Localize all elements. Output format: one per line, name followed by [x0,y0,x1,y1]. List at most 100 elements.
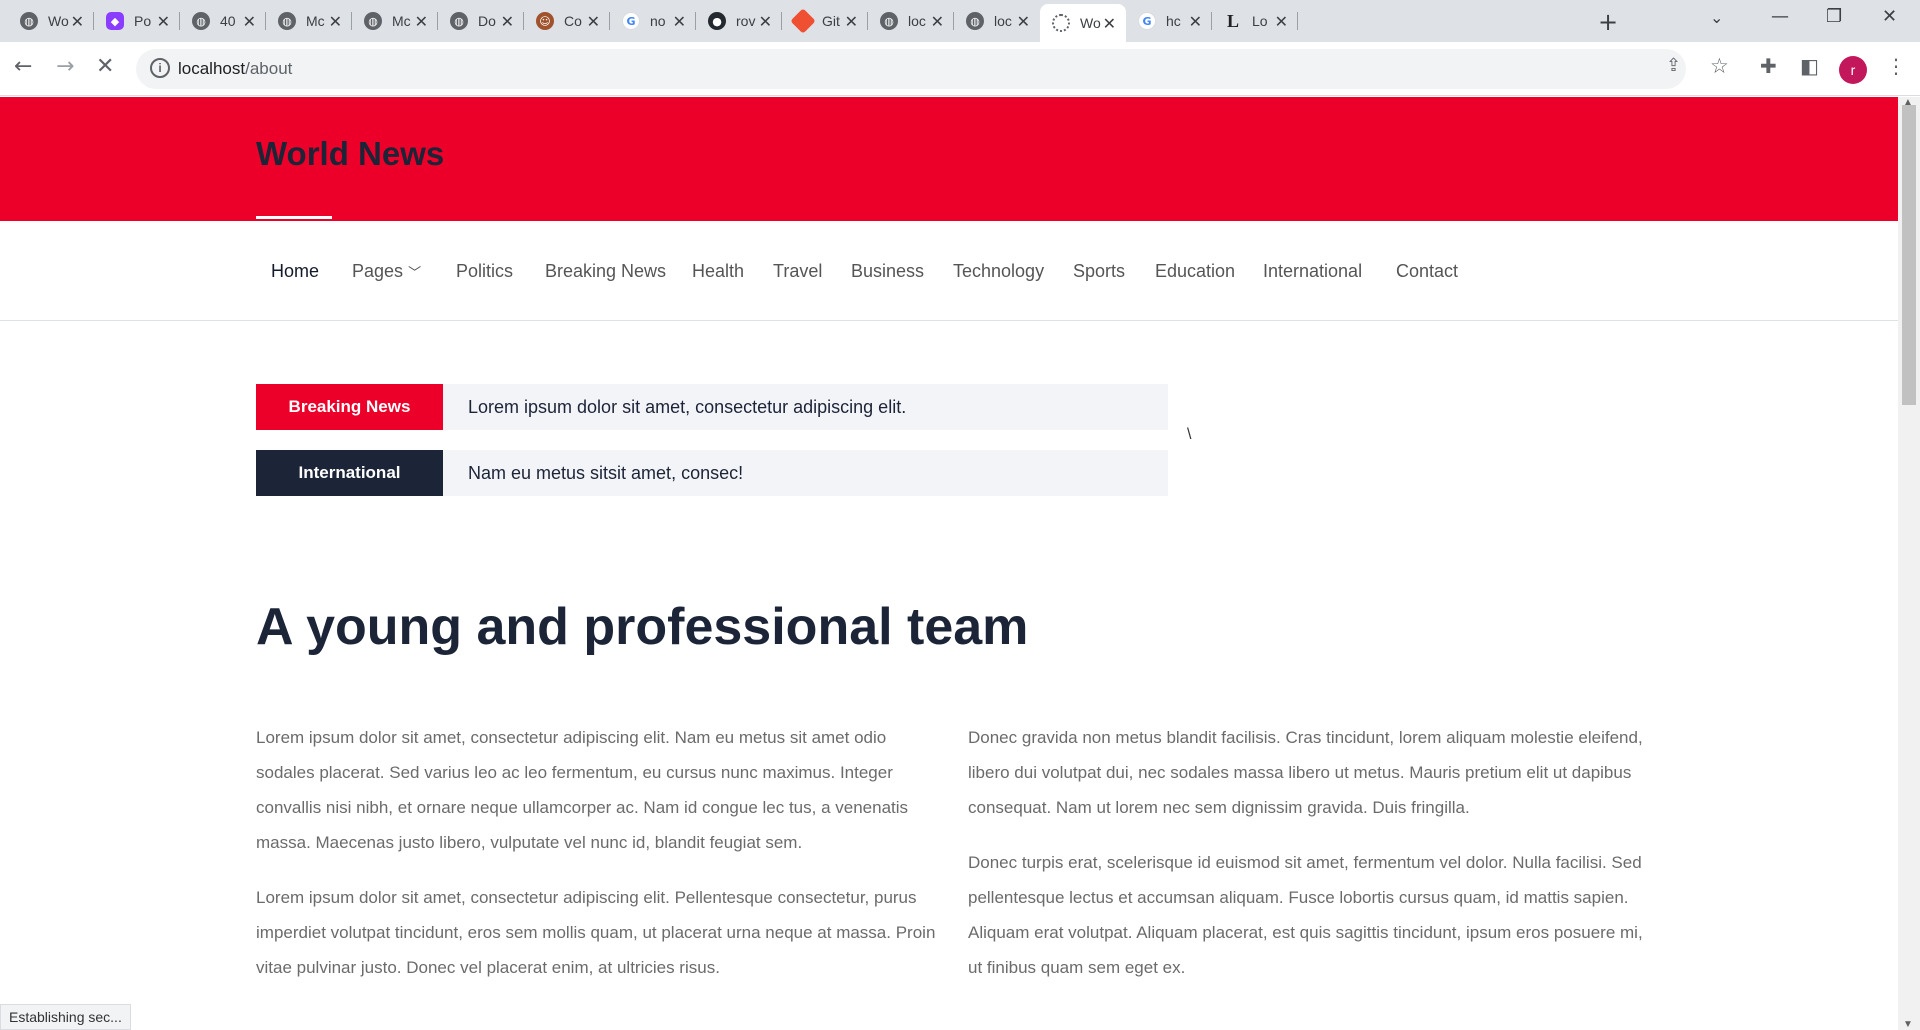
tab-title: Git [822,13,840,29]
close-icon[interactable]: ✕ [1103,14,1116,33]
tab-title: no [650,13,666,29]
menu-kebab-icon[interactable]: ⋮ [1886,54,1906,78]
globe-icon: ◍ [966,12,984,30]
tab-title: Po [134,13,152,29]
tab-title: rov [736,13,756,29]
paragraph: Donec turpis erat, scelerisque id euismo… [968,853,1643,977]
brand-bar: World News [0,97,1898,221]
close-icon[interactable]: ✕ [587,12,600,31]
close-icon[interactable]: ✕ [1189,12,1202,31]
bookmark-star-icon[interactable]: ☆ [1710,54,1729,78]
main-nav: Home Pages ﹀ Politics Breaking News Heal… [0,221,1898,321]
close-icon[interactable]: ✕ [1275,12,1288,31]
browser-tab[interactable]: ◍ Wo ✕ [8,6,94,36]
status-bubble: Establishing sec... [0,1004,131,1030]
ticker-text[interactable]: Lorem ipsum dolor sit amet, consectetur … [468,384,906,430]
new-tab-button[interactable]: + [1598,8,1618,36]
close-icon[interactable]: ✕ [759,12,772,31]
close-icon[interactable]: ✕ [845,12,858,31]
browser-tab[interactable]: ◍ loc ✕ [868,6,954,36]
github-icon: ● [708,12,726,30]
url-text[interactable]: localhost/about [178,59,292,79]
tab-title: loc [994,13,1012,29]
browser-tab[interactable]: ◆ Po ✕ [94,6,180,36]
scroll-down-arrow-icon[interactable]: ▼ [1903,1019,1913,1030]
tab-title: Mc [306,13,325,29]
tab-title: Co [564,13,582,29]
page-scrollbar[interactable]: ▲ ▼ [1898,97,1920,1030]
browser-tab[interactable]: Ghc ✕ [1126,6,1212,36]
close-icon[interactable]: ✕ [501,12,514,31]
stop-loading-icon[interactable]: ✕ [96,54,114,79]
close-icon[interactable]: ✕ [329,12,342,31]
browser-tab[interactable]: ● rov ✕ [696,6,782,36]
browser-tab[interactable]: ◍ Mc ✕ [266,6,352,36]
globe-icon: ◍ [364,12,382,30]
browser-tab[interactable]: L Lo ✕ [1212,6,1298,36]
tab-search-chevron-icon[interactable]: ⌄ [1710,8,1723,27]
nav-politics[interactable]: Politics [456,261,513,282]
site-info-icon[interactable]: i [150,58,170,78]
forward-arrow-icon[interactable]: → [56,54,74,79]
right-column: Donec gravida non metus blandit facilisi… [968,720,1648,1005]
globe-icon: ◍ [20,12,38,30]
tab-title: Lo [1252,13,1268,29]
tab-title: 40 [220,13,236,29]
ticker-label[interactable]: International [256,450,443,496]
page-heading: A young and professional team [256,598,1029,656]
close-icon[interactable]: ✕ [157,12,170,31]
restore-button[interactable]: ❐ [1826,6,1842,27]
tab-strip: ◍ Wo ✕ ◆ Po ✕ ◍ 40 ✕ ◍ Mc ✕ ◍ Mc ✕ ◍ Do ✕ ☺ Co ✕ Gno ✕ … [0,0,1920,42]
browser-tab-active[interactable]: Wo ✕ [1040,4,1126,42]
site-logo[interactable]: World News [256,135,444,173]
close-icon[interactable]: ✕ [931,12,944,31]
google-icon: G [1138,12,1156,30]
nav-home[interactable]: Home [271,261,319,282]
l-icon: L [1226,10,1239,31]
back-arrow-icon[interactable]: ← [14,54,32,79]
close-icon[interactable]: ✕ [71,12,84,31]
nav-pages[interactable]: Pages ﹀ [352,261,421,282]
close-icon[interactable]: ✕ [415,12,428,31]
tab-title: Mc [392,13,411,29]
nav-travel[interactable]: Travel [773,261,822,282]
browser-tab[interactable]: ◍ Mc ✕ [352,6,438,36]
browser-tab[interactable]: Gno ✕ [610,6,696,36]
ticker-label[interactable]: Breaking News [256,384,443,430]
page-viewport: World News Home Pages ﹀ Politics Breakin… [0,97,1898,1030]
close-icon[interactable]: ✕ [673,12,686,31]
close-window-button[interactable]: ✕ [1882,6,1897,27]
browser-tab[interactable]: ◍ Do ✕ [438,6,524,36]
browser-tab[interactable]: ◍ 40 ✕ [180,6,266,36]
nav-business[interactable]: Business [851,261,924,282]
international-ticker: International Nam eu metus sitsit amet, … [256,450,1168,496]
browser-tab[interactable]: ☺ Co ✕ [524,6,610,36]
nav-contact[interactable]: Contact [1396,261,1458,282]
browser-toolbar: ← → ✕ i localhost/about ⇪ ☆ ✚ ◧ r ⋮ [0,42,1920,96]
close-icon[interactable]: ✕ [243,12,256,31]
side-panel-icon[interactable]: ◧ [1800,54,1819,78]
nav-breaking-news[interactable]: Breaking News [545,261,666,282]
minimize-button[interactable]: — [1771,6,1789,27]
address-bar[interactable]: i localhost/about ⇪ [136,49,1686,89]
nav-technology[interactable]: Technology [953,261,1044,282]
browser-tab[interactable]: Git ✕ [782,6,868,36]
close-icon[interactable]: ✕ [1017,12,1030,31]
postman-icon: ◆ [106,12,124,30]
profile-avatar[interactable]: r [1839,56,1867,84]
ticker-text[interactable]: Nam eu metus sitsit amet, consec! [468,450,743,496]
loading-icon [1052,14,1070,32]
nav-international[interactable]: International [1263,261,1362,282]
tab-divider [1297,12,1298,30]
nav-sports[interactable]: Sports [1073,261,1125,282]
breaking-news-ticker: Breaking News Lorem ipsum dolor sit amet… [256,384,1168,430]
share-icon[interactable]: ⇪ [1666,55,1681,76]
scrollbar-thumb[interactable] [1902,105,1916,405]
tab-title: loc [908,13,926,29]
tab-title: Wo [48,13,69,29]
browser-tab[interactable]: ◍ loc ✕ [954,6,1040,36]
nav-education[interactable]: Education [1155,261,1235,282]
paragraph: Donec gravida non metus blandit facilisi… [968,728,1643,817]
extensions-icon[interactable]: ✚ [1760,54,1777,78]
nav-health[interactable]: Health [692,261,744,282]
